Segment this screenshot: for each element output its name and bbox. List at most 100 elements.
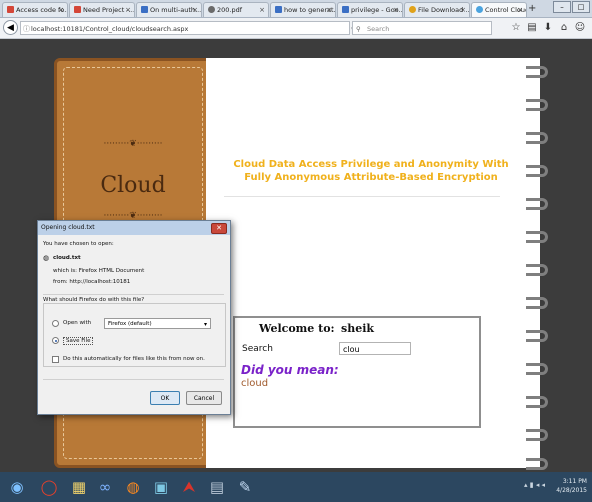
home-icon[interactable]: ⌂	[556, 21, 572, 34]
downloads-icon[interactable]: ⬇	[540, 21, 556, 34]
acrobat-icon[interactable]: ⮝	[176, 475, 202, 499]
search-placeholder: Search	[367, 25, 390, 33]
ring-icon	[526, 132, 548, 144]
ring-icon	[526, 198, 548, 210]
ring-icon	[526, 458, 548, 470]
menu-icon[interactable]: ≡	[588, 21, 592, 34]
download-icon	[409, 6, 416, 13]
auto-label: Do this automatically for files like thi…	[63, 356, 205, 362]
close-tab-icon[interactable]: ×	[517, 3, 523, 17]
chevron-down-icon: ▾	[203, 321, 207, 328]
ring-icon	[526, 66, 548, 78]
heading-divider	[224, 196, 500, 197]
bookmark-icon	[275, 6, 282, 13]
welcome-label: Welcome to:	[259, 322, 335, 335]
dialog-divider	[43, 379, 224, 380]
ok-button[interactable]: OK	[150, 391, 180, 405]
clock[interactable]: 3:11 PM 4/28/2015	[556, 477, 587, 495]
user-name: sheik	[341, 322, 374, 335]
gmail-icon	[7, 6, 14, 13]
navigation-bar: ◀ ⓘ localhost:10181/Control_cloud/clouds…	[0, 18, 592, 47]
firefox-icon[interactable]: ◍	[120, 475, 146, 499]
save-file-radio[interactable]	[52, 337, 59, 344]
dialog-divider	[43, 294, 224, 295]
tab-how-to-generate[interactable]: how to generat... ×	[270, 2, 336, 17]
hello-icon[interactable]: ☺	[572, 21, 588, 34]
tray-icons[interactable]: ▴ ▮ ◂ ◂	[524, 481, 545, 489]
open-with-select[interactable]: Firefox (default) ▾	[104, 318, 211, 329]
ring-icon	[526, 264, 548, 276]
auto-checkbox[interactable]	[52, 356, 59, 363]
file-name: cloud.txt	[53, 255, 81, 261]
word-icon[interactable]: ▣	[148, 475, 174, 499]
opera-icon[interactable]: ◯	[36, 475, 62, 499]
tab-privilege[interactable]: privilege - Goo... ×	[337, 2, 403, 17]
ornament-icon: ·········❦·········	[103, 139, 163, 149]
search-label: Search	[242, 344, 273, 354]
close-tab-icon[interactable]: ×	[460, 3, 466, 17]
cancel-button[interactable]: Cancel	[186, 391, 222, 405]
tab-file-download[interactable]: File Download ... ×	[404, 2, 470, 17]
close-tab-icon[interactable]: ×	[192, 3, 198, 17]
file-source: from: http://localhost:10181	[53, 279, 131, 285]
dialog-intro: You have chosen to open:	[43, 241, 114, 247]
gmail-icon	[74, 6, 81, 13]
tab-pdf[interactable]: 200.pdf ×	[203, 2, 269, 17]
clock-date: 4/28/2015	[556, 487, 587, 494]
new-tab-button[interactable]: +	[528, 2, 536, 15]
close-tab-icon[interactable]: ×	[58, 3, 64, 17]
search-icon: ⚲	[356, 25, 361, 33]
site-info-icon[interactable]: ⓘ	[23, 22, 30, 36]
globe-icon	[208, 6, 215, 13]
restore-icon[interactable]: □	[572, 1, 590, 13]
browser-tab-strip: Access code fo... × Need Project -... × On…	[0, 0, 592, 18]
notepad-icon[interactable]: ▤	[204, 475, 230, 499]
did-you-mean-label: Did you mean:	[241, 363, 339, 377]
tab-label: 200.pdf	[217, 6, 243, 14]
ring-icon	[526, 363, 548, 375]
close-icon[interactable]: ✕	[211, 223, 227, 234]
action-question: What should Firefox do with this file?	[43, 297, 147, 303]
dialog-title: Opening cloud.txt	[38, 221, 230, 235]
reading-list-icon[interactable]: ▤	[524, 21, 540, 34]
window-controls: – □	[552, 1, 590, 13]
tab-multi-auth[interactable]: On multi-auth... ×	[136, 2, 202, 17]
url-text: localhost:10181/Control_cloud/cloudsearc…	[31, 25, 189, 33]
search-input[interactable]: ⚲ Search	[352, 21, 492, 35]
ring-icon	[526, 429, 548, 441]
close-tab-icon[interactable]: ×	[259, 3, 265, 17]
ring-icon	[526, 99, 548, 111]
windows-taskbar: ◉ ◯ ▦ ∞ ◍ ▣ ⮝ ▤ ✎ ▴ ▮ ◂ ◂ 3:11 PM 4/28/2…	[0, 472, 592, 502]
close-tab-icon[interactable]: ×	[393, 3, 399, 17]
tab-control-cloud[interactable]: Control Cloud ...×	[471, 2, 527, 17]
file-explorer-icon[interactable]: ▦	[66, 475, 92, 499]
file-type-icon: ◍	[43, 254, 50, 262]
tab-need-project[interactable]: Need Project -... ×	[69, 2, 135, 17]
open-with-radio[interactable]	[52, 320, 59, 327]
open-with-label: Open with	[63, 320, 92, 326]
paint-icon[interactable]: ✎	[232, 475, 258, 499]
minimize-icon[interactable]: –	[553, 1, 571, 13]
cloud-search-input[interactable]: clou	[339, 342, 411, 355]
ring-icon	[526, 330, 548, 342]
ring-icon	[526, 165, 548, 177]
system-tray: ▴ ▮ ◂ ◂ 3:11 PM 4/28/2015	[522, 472, 592, 502]
cloud-icon	[476, 6, 483, 13]
open-file-dialog: Opening cloud.txt ✕ You have chosen to o…	[37, 220, 231, 415]
bookmark-star-icon[interactable]: ☆	[508, 21, 524, 34]
start-icon[interactable]: ◉	[4, 475, 30, 499]
app-icon[interactable]: ∞	[92, 475, 118, 499]
ring-icon	[526, 297, 548, 309]
page-heading: Cloud Data Access Privilege and Anonymit…	[233, 159, 509, 183]
url-bar[interactable]: ⓘ localhost:10181/Control_cloud/cloudsea…	[20, 21, 357, 47]
brand-title: Cloud	[100, 173, 166, 198]
tab-access-code[interactable]: Access code fo... ×	[2, 2, 68, 17]
close-tab-icon[interactable]: ×	[125, 3, 131, 17]
search-panel: Welcome to: sheik Search clou Did you me…	[233, 316, 481, 428]
suggestion-link[interactable]: cloud	[241, 378, 268, 389]
back-arrow-icon[interactable]: ◀	[3, 20, 18, 35]
toolbar-icons: ☆ ▤ ⬇ ⌂ ☺ ≡	[508, 21, 592, 34]
close-tab-icon[interactable]: ×	[326, 3, 332, 17]
ring-icon	[526, 231, 548, 243]
bookmark-icon	[141, 6, 148, 13]
